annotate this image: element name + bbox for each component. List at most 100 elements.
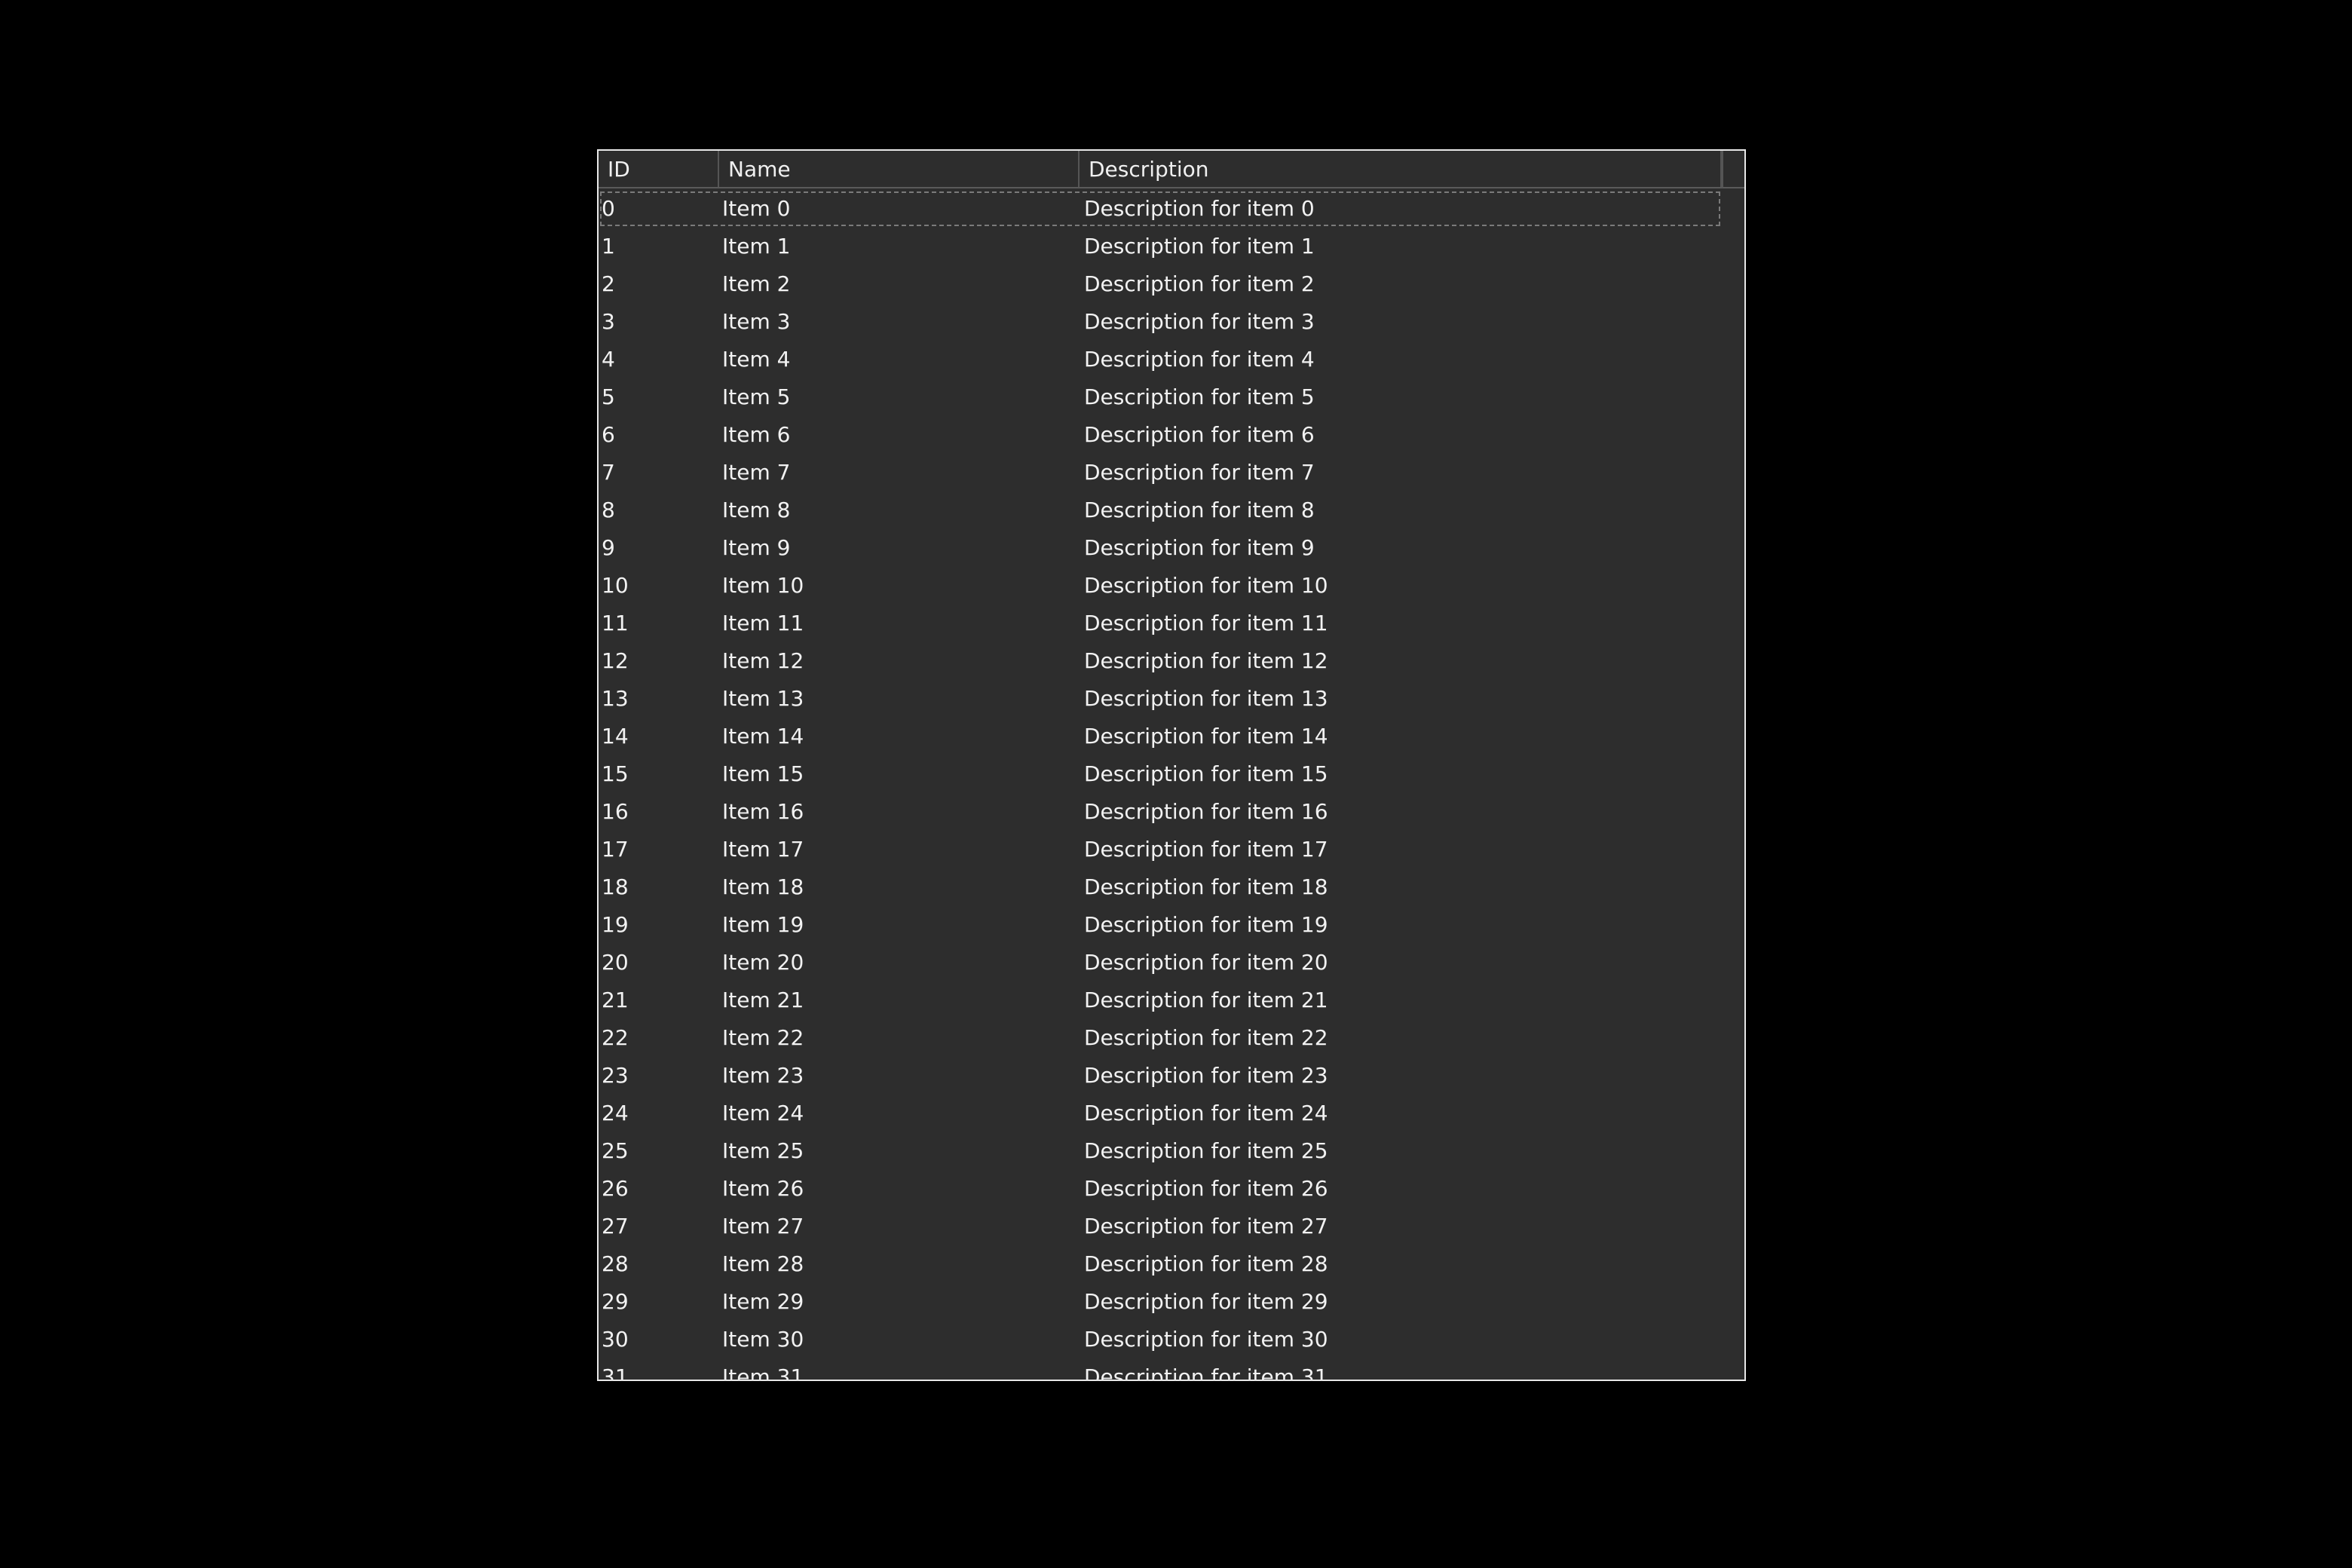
cell-name: Item 9 [722,535,791,560]
cell-description: Description for item 29 [1084,1289,1328,1314]
cell-id: 14 [602,724,629,749]
cell-name: Item 30 [722,1327,804,1352]
cell-name: Item 17 [722,837,804,862]
cell-name: Item 16 [722,799,804,824]
cell-name: Item 0 [722,196,791,221]
cell-description: Description for item 13 [1084,686,1328,711]
cell-description: Description for item 27 [1084,1214,1328,1239]
cell-id: 19 [602,912,629,937]
table-row[interactable]: 4 Item 4 Description for item 4 [599,341,1722,378]
data-table[interactable]: ID Name Description 0 Item 0 Description f… [597,149,1746,1381]
column-header-id[interactable]: ID [599,151,719,187]
cell-description: Description for item 14 [1084,724,1328,749]
cell-description: Description for item 21 [1084,988,1328,1012]
table-row[interactable]: 16 Item 16 Description for item 16 [599,793,1722,831]
cell-id: 4 [602,347,615,372]
table-row[interactable]: 28 Item 28 Description for item 28 [599,1245,1722,1283]
cell-description: Description for item 2 [1084,271,1315,296]
cell-description: Description for item 16 [1084,799,1328,824]
cell-name: Item 2 [722,271,791,296]
table-row[interactable]: 14 Item 14 Description for item 14 [599,718,1722,755]
cell-id: 27 [602,1214,629,1239]
cell-id: 3 [602,309,615,334]
cell-name: Item 19 [722,912,804,937]
cell-description: Description for item 31 [1084,1364,1328,1381]
table-row[interactable]: 7 Item 7 Description for item 7 [599,454,1722,492]
cell-name: Item 26 [722,1176,804,1201]
cell-description: Description for item 18 [1084,874,1328,899]
cell-id: 15 [602,761,629,786]
cell-name: Item 28 [722,1251,804,1276]
table-row[interactable]: 5 Item 5 Description for item 5 [599,378,1722,416]
table-row[interactable]: 27 Item 27 Description for item 27 [599,1208,1722,1245]
cell-description: Description for item 5 [1084,384,1315,409]
table-row[interactable]: 9 Item 9 Description for item 9 [599,529,1722,567]
cell-name: Item 25 [722,1138,804,1163]
cell-description: Description for item 3 [1084,309,1315,334]
table-row[interactable]: 24 Item 24 Description for item 24 [599,1095,1722,1132]
table-row[interactable]: 30 Item 30 Description for item 30 [599,1321,1722,1358]
cell-description: Description for item 0 [1084,196,1315,221]
cell-id: 7 [602,460,615,485]
cell-id: 21 [602,988,629,1012]
cell-description: Description for item 26 [1084,1176,1328,1201]
column-header-name[interactable]: Name [719,151,1080,187]
table-row[interactable]: 26 Item 26 Description for item 26 [599,1170,1722,1208]
header-corner [1722,151,1744,188]
table-row[interactable]: 21 Item 21 Description for item 21 [599,982,1722,1019]
cell-description: Description for item 22 [1084,1025,1328,1050]
table-row[interactable]: 2 Item 2 Description for item 2 [599,265,1722,303]
cell-description: Description for item 8 [1084,498,1315,522]
table-row[interactable]: 18 Item 18 Description for item 18 [599,868,1722,906]
cell-description: Description for item 25 [1084,1138,1328,1163]
cell-name: Item 6 [722,422,791,447]
cell-name: Item 5 [722,384,791,409]
cell-name: Item 27 [722,1214,804,1239]
table-row[interactable]: 23 Item 23 Description for item 23 [599,1057,1722,1095]
table-row[interactable]: 3 Item 3 Description for item 3 [599,303,1722,341]
cell-id: 1 [602,234,615,259]
table-row[interactable]: 20 Item 20 Description for item 20 [599,944,1722,982]
cell-name: Item 1 [722,234,791,259]
table-row[interactable]: 8 Item 8 Description for item 8 [599,492,1722,529]
table-row[interactable]: 22 Item 22 Description for item 22 [599,1019,1722,1057]
cell-description: Description for item 17 [1084,837,1328,862]
cell-id: 9 [602,535,615,560]
cell-id: 6 [602,422,615,447]
table-row[interactable]: 19 Item 19 Description for item 19 [599,906,1722,944]
cell-name: Item 15 [722,761,804,786]
table-row[interactable]: 6 Item 6 Description for item 6 [599,416,1722,454]
cell-id: 16 [602,799,629,824]
cell-description: Description for item 19 [1084,912,1328,937]
table-row[interactable]: 11 Item 11 Description for item 11 [599,605,1722,642]
cell-id: 25 [602,1138,629,1163]
cell-name: Item 10 [722,573,804,598]
cell-id: 10 [602,573,629,598]
table-row[interactable]: 29 Item 29 Description for item 29 [599,1283,1722,1321]
cell-id: 12 [602,648,629,673]
table-row[interactable]: 12 Item 12 Description for item 12 [599,642,1722,680]
table-header: ID Name Description [599,151,1744,188]
column-header-description[interactable]: Description [1080,151,1722,187]
table-row[interactable]: 0 Item 0 Description for item 0 [599,190,1722,228]
cell-description: Description for item 4 [1084,347,1315,372]
cell-description: Description for item 15 [1084,761,1328,786]
table-row[interactable]: 1 Item 1 Description for item 1 [599,228,1722,265]
table-row[interactable]: 17 Item 17 Description for item 17 [599,831,1722,868]
cell-id: 18 [602,874,629,899]
cell-id: 8 [602,498,615,522]
cell-name: Item 29 [722,1289,804,1314]
cell-id: 29 [602,1289,629,1314]
table-row[interactable]: 15 Item 15 Description for item 15 [599,755,1722,793]
cell-description: Description for item 23 [1084,1063,1328,1088]
table-body[interactable]: 0 Item 0 Description for item 0 1 Item 1 Desc… [599,190,1722,1381]
table-row[interactable]: 25 Item 25 Description for item 25 [599,1132,1722,1170]
cell-id: 11 [602,611,629,635]
table-row[interactable]: 31 Item 31 Description for item 31 [599,1358,1722,1381]
cell-name: Item 22 [722,1025,804,1050]
table-row[interactable]: 13 Item 13 Description for item 13 [599,680,1722,718]
cell-name: Item 21 [722,988,804,1012]
cell-id: 20 [602,950,629,975]
cell-id: 26 [602,1176,629,1201]
table-row[interactable]: 10 Item 10 Description for item 10 [599,567,1722,605]
